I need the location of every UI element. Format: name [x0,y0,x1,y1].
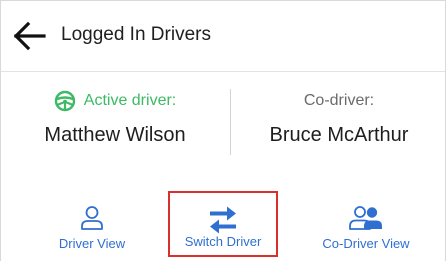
person-icon [81,206,103,230]
co-driver-name: Bruce McArthur [269,124,409,146]
driver-view-label: Driver View [58,236,126,251]
active-driver-name: Matthew Wilson [44,124,186,146]
page-title: Logged In Drivers [61,24,211,45]
arrow-left-icon [13,21,46,51]
co-driver-view-label: Co-Driver View [322,236,410,251]
switch-driver-label: Switch Driver [184,234,262,249]
co-driver-view-tab[interactable]: Co-Driver View [301,191,431,257]
header-bar: Logged In Drivers [1,1,445,72]
active-driver-label: Active driver: [83,92,177,109]
co-driver-label: Co-driver: [303,92,375,109]
two-people-icon [349,206,382,230]
swap-arrows-icon [210,206,236,234]
driver-view-tab[interactable]: Driver View [21,191,163,257]
back-button[interactable] [13,21,47,51]
active-driver-panel: Active driver: Matthew Wilson [1,89,229,147]
co-driver-panel: Co-driver: Bruce McArthur [233,89,445,147]
driver-divider [230,89,231,155]
switch-driver-tab[interactable]: Switch Driver [168,191,278,257]
steering-wheel-icon [54,90,75,112]
